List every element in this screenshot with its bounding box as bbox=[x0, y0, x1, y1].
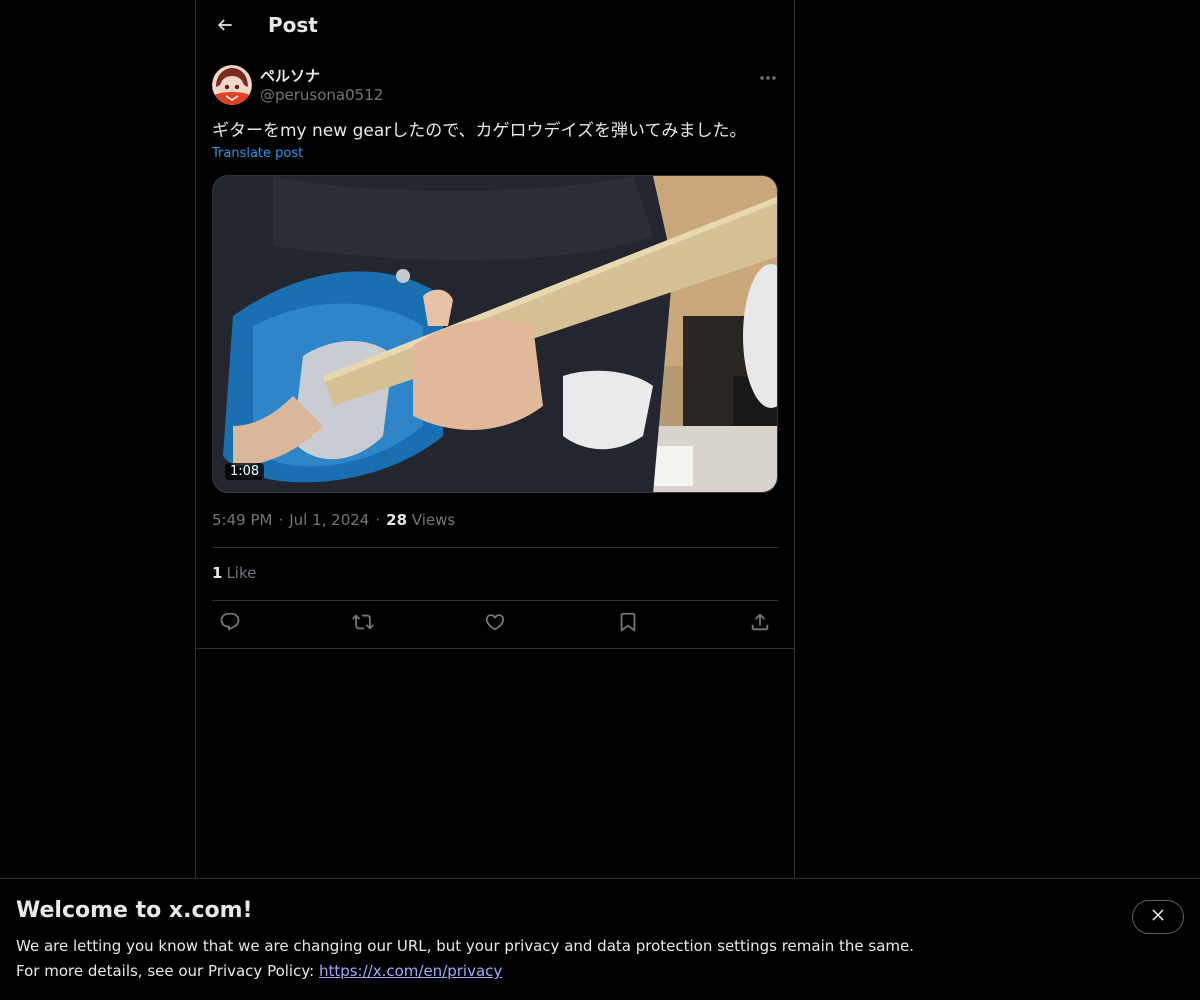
share-icon bbox=[749, 611, 771, 637]
meta-separator: · bbox=[278, 511, 284, 529]
avatar[interactable] bbox=[212, 65, 252, 105]
heart-icon bbox=[484, 611, 506, 637]
likes-count: 1 bbox=[212, 564, 223, 582]
repost-button[interactable] bbox=[345, 606, 381, 642]
banner-details: For more details, see our Privacy Policy… bbox=[16, 962, 502, 980]
divider bbox=[212, 547, 778, 548]
post-meta: 5:49 PM · Jul 1, 2024 · 28 Views bbox=[212, 511, 455, 529]
post-text: ギターをmy new gearしたので、カゲロウデイズを弾いてみました。 bbox=[212, 121, 747, 141]
divider bbox=[212, 600, 778, 601]
banner-details-prefix: For more details, see our Privacy Policy… bbox=[16, 962, 319, 980]
close-banner-button[interactable] bbox=[1132, 900, 1184, 934]
likes-summary[interactable]: 1 Like bbox=[212, 564, 256, 582]
share-button[interactable] bbox=[742, 606, 778, 642]
bookmark-button[interactable] bbox=[610, 606, 646, 642]
banner-title: Welcome to x.com! bbox=[16, 898, 253, 923]
post-date[interactable]: Jul 1, 2024 bbox=[289, 511, 369, 529]
views-count: 28 bbox=[386, 511, 408, 529]
post-time[interactable]: 5:49 PM bbox=[212, 511, 272, 529]
translate-post-link[interactable]: Translate post bbox=[212, 146, 303, 161]
video-player[interactable]: 1:08 bbox=[212, 175, 778, 493]
divider bbox=[196, 648, 794, 649]
video-thumbnail bbox=[213, 176, 777, 492]
author-handle[interactable]: @perusona0512 bbox=[260, 86, 383, 104]
banner-message: We are letting you know that we are chan… bbox=[16, 937, 915, 955]
post-header: Post bbox=[196, 0, 794, 54]
close-icon bbox=[1149, 906, 1167, 928]
page-title: Post bbox=[268, 13, 318, 37]
author-name[interactable]: ペルソナ bbox=[260, 65, 320, 86]
action-bar bbox=[212, 606, 778, 642]
arrow-left-icon bbox=[215, 15, 235, 39]
views-label: Views bbox=[411, 511, 456, 529]
meta-separator: · bbox=[375, 511, 381, 529]
repost-icon bbox=[351, 611, 374, 637]
more-horizontal-icon bbox=[759, 66, 777, 85]
reply-icon bbox=[219, 611, 241, 637]
like-button[interactable] bbox=[477, 606, 513, 642]
page: Post ペルソナ @perusona0512 ギターをmy new gearし… bbox=[0, 0, 1200, 1000]
more-button[interactable] bbox=[756, 66, 780, 84]
primary-column: Post ペルソナ @perusona0512 ギターをmy new gearし… bbox=[195, 0, 795, 880]
url-change-banner: Welcome to x.com! We are letting you kno… bbox=[0, 878, 1200, 1000]
privacy-policy-link[interactable]: https://x.com/en/privacy bbox=[319, 962, 502, 980]
video-duration-badge: 1:08 bbox=[225, 463, 265, 480]
likes-label: Like bbox=[226, 564, 257, 582]
back-button[interactable] bbox=[208, 10, 242, 44]
reply-button[interactable] bbox=[212, 606, 248, 642]
bookmark-icon bbox=[617, 611, 639, 637]
